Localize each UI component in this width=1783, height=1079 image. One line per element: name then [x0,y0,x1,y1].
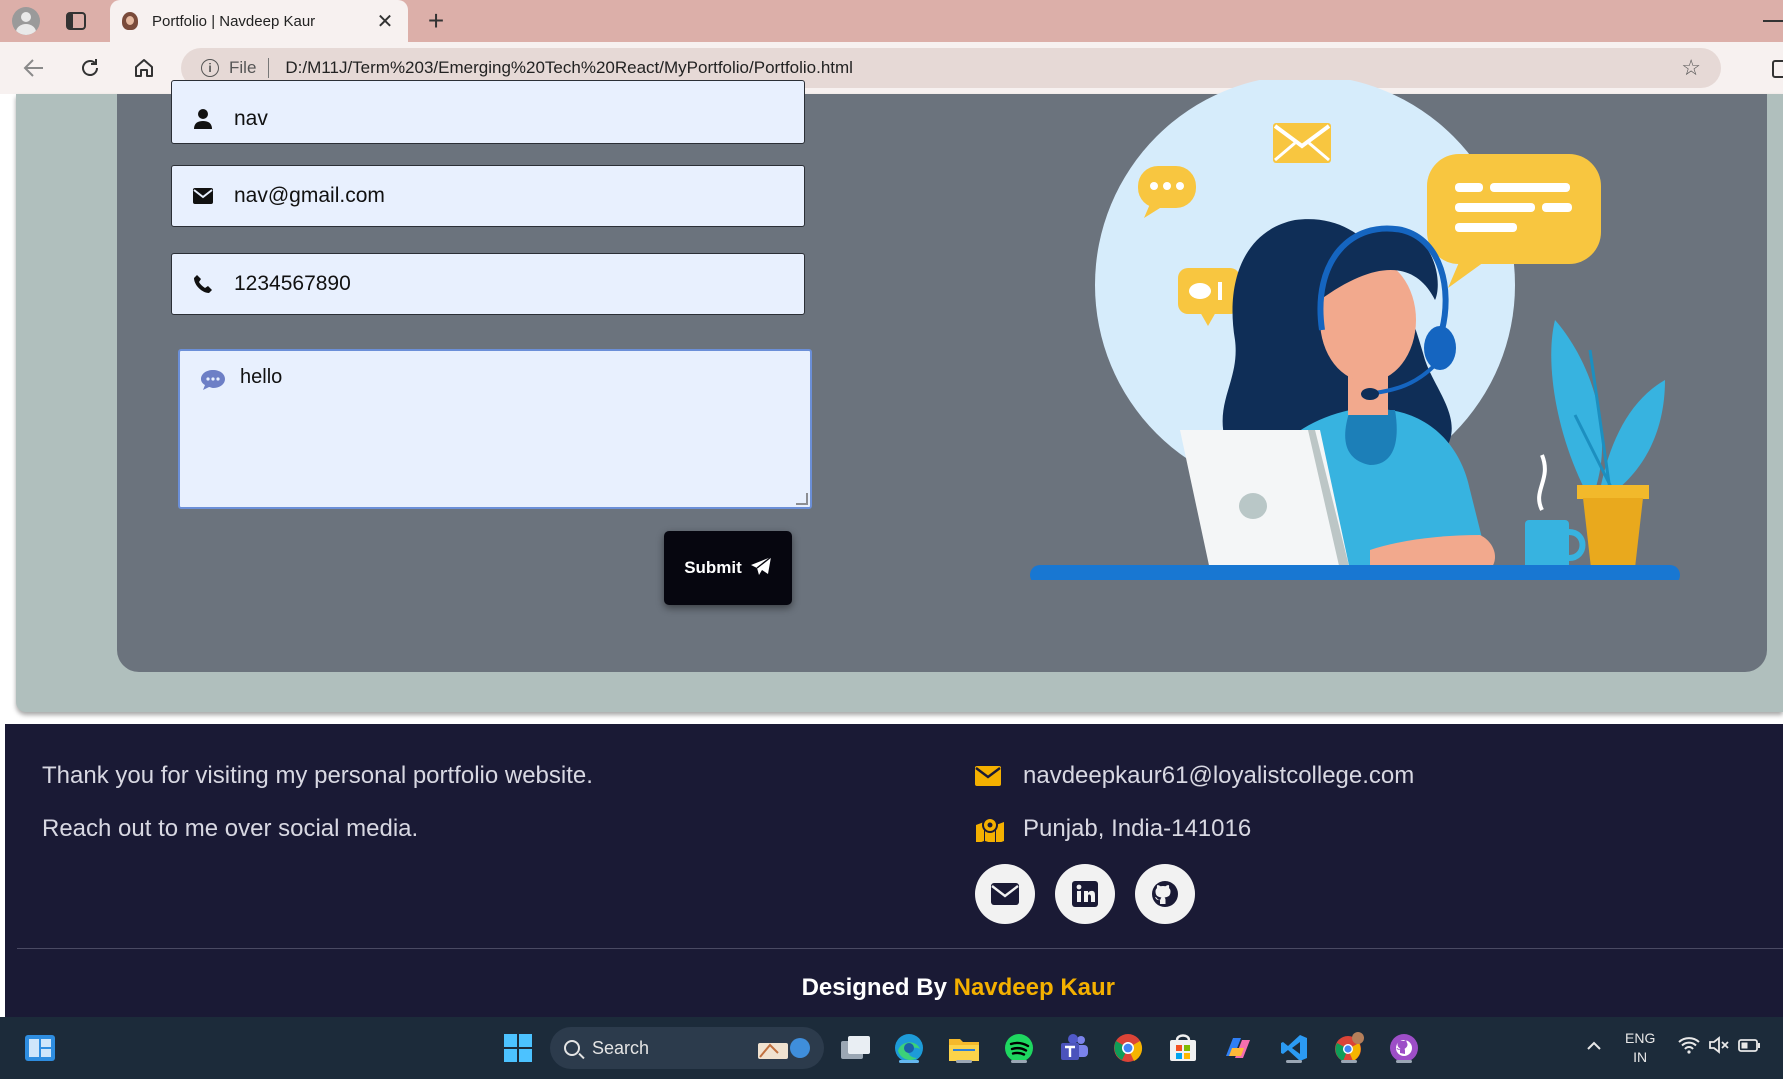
running-indicator [1286,1060,1302,1063]
address-separator [268,58,270,78]
envelope-icon [192,185,214,207]
battery-icon[interactable] [1738,1035,1762,1060]
active-indicator [899,1060,919,1063]
support-illustration [1030,75,1680,585]
home-icon[interactable] [128,52,160,84]
resize-handle[interactable] [796,493,808,505]
tab-close-icon[interactable]: ✕ [374,9,396,34]
designed-by: Designed By Navdeep Kaur [5,974,1115,1002]
portfolio-page: nav nav@gmail.com 1234567890 hello Submi… [0,75,1783,1017]
user-icon [192,108,214,130]
taskbar-search[interactable]: Search [550,1027,824,1069]
spotify-icon[interactable] [1001,1030,1037,1066]
copilot-icon[interactable] [1220,1030,1256,1066]
teams-icon[interactable] [1056,1030,1092,1066]
footer-thank-you: Thank you for visiting my personal portf… [42,762,593,789]
back-arrow-icon[interactable] [18,52,50,84]
submit-button[interactable]: Submit [664,531,792,605]
footer: Thank you for visiting my personal portf… [5,724,1783,1017]
widgets-icon[interactable] [22,1030,58,1066]
reload-icon[interactable] [74,52,106,84]
footer-email-text[interactable]: navdeepkaur61@loyalistcollege.com [1023,762,1414,790]
language-indicator[interactable]: ENG IN [1625,1029,1655,1067]
extensions-icon[interactable] [1772,60,1783,78]
email-value: nav@gmail.com [234,184,385,207]
favorite-star-icon[interactable]: ☆ [1681,55,1701,81]
edge-browser-icon[interactable] [891,1030,927,1066]
search-highlight-icon [754,1035,812,1061]
social-links [975,864,1195,924]
file-explorer-icon[interactable] [946,1030,982,1066]
designer-name: Navdeep Kaur [953,974,1115,1001]
chrome-profile-icon[interactable] [1331,1030,1367,1066]
language-code: ENG [1625,1030,1656,1046]
message-textarea[interactable]: hello [178,349,812,509]
tab-actions-icon[interactable] [60,5,92,37]
designed-by-prefix: Designed By [801,974,954,1001]
email-field[interactable]: nav@gmail.com [171,165,805,227]
github-desktop-icon[interactable] [1386,1030,1422,1066]
minimize-icon[interactable] [1763,20,1783,22]
task-view-icon[interactable] [838,1030,874,1066]
envelope-bubble-icon [1273,123,1331,163]
footer-location-line: Punjab, India-141016 [975,815,1251,843]
taskbar-search-label: Search [592,1037,650,1058]
running-indicator [1011,1060,1027,1063]
browser-tab-bar: Portfolio | Navdeep Kaur ✕ + [0,0,1783,42]
region-code: IN [1633,1049,1648,1065]
windows-start-icon[interactable] [500,1030,536,1066]
submit-label: Submit [684,558,742,577]
new-tab-icon[interactable]: + [420,5,452,37]
running-indicator [1341,1060,1357,1063]
phone-icon [192,273,214,295]
url-scheme: File [229,58,257,77]
github-icon[interactable] [1135,864,1195,924]
name-field[interactable]: nav [171,80,805,144]
volume-muted-icon[interactable] [1708,1035,1730,1060]
running-indicator [1396,1060,1412,1063]
paper-plane-icon [750,555,772,581]
running-indicator [956,1060,972,1063]
comment-dots-icon [200,369,226,391]
site-favicon-icon [122,12,138,30]
search-icon [564,1040,580,1056]
footer-divider [17,948,1783,949]
name-value: nav [234,107,268,130]
map-location-icon [975,816,1005,842]
windows-taskbar: Search ENG IN [0,1017,1783,1079]
footer-location-text: Punjab, India-141016 [1023,815,1252,842]
browser-tab-portfolio[interactable]: Portfolio | Navdeep Kaur ✕ [110,0,408,42]
show-hidden-icons-icon[interactable] [1586,1035,1602,1062]
microsoft-store-icon[interactable] [1165,1030,1201,1066]
linkedin-icon[interactable] [1055,864,1115,924]
tab-title: Portfolio | Navdeep Kaur [152,12,316,30]
info-icon[interactable]: i [201,59,219,77]
url-text[interactable]: D:/M11J/Term%203/Emerging%20Tech%20React… [285,58,1681,78]
wifi-icon[interactable] [1678,1035,1700,1060]
vscode-icon[interactable] [1276,1030,1312,1066]
phone-field[interactable]: 1234567890 [171,253,805,315]
envelope-icon [975,763,1005,789]
phone-value: 1234567890 [234,272,351,295]
footer-reach-out: Reach out to me over social media. [42,815,419,842]
profile-icon[interactable] [10,5,42,37]
social-email-icon[interactable] [975,864,1035,924]
footer-email-line[interactable]: navdeepkaur61@loyalistcollege.com [975,762,1414,790]
mug-icon [1525,454,1586,572]
chrome-icon[interactable] [1110,1030,1146,1066]
message-value: hello [240,366,283,388]
